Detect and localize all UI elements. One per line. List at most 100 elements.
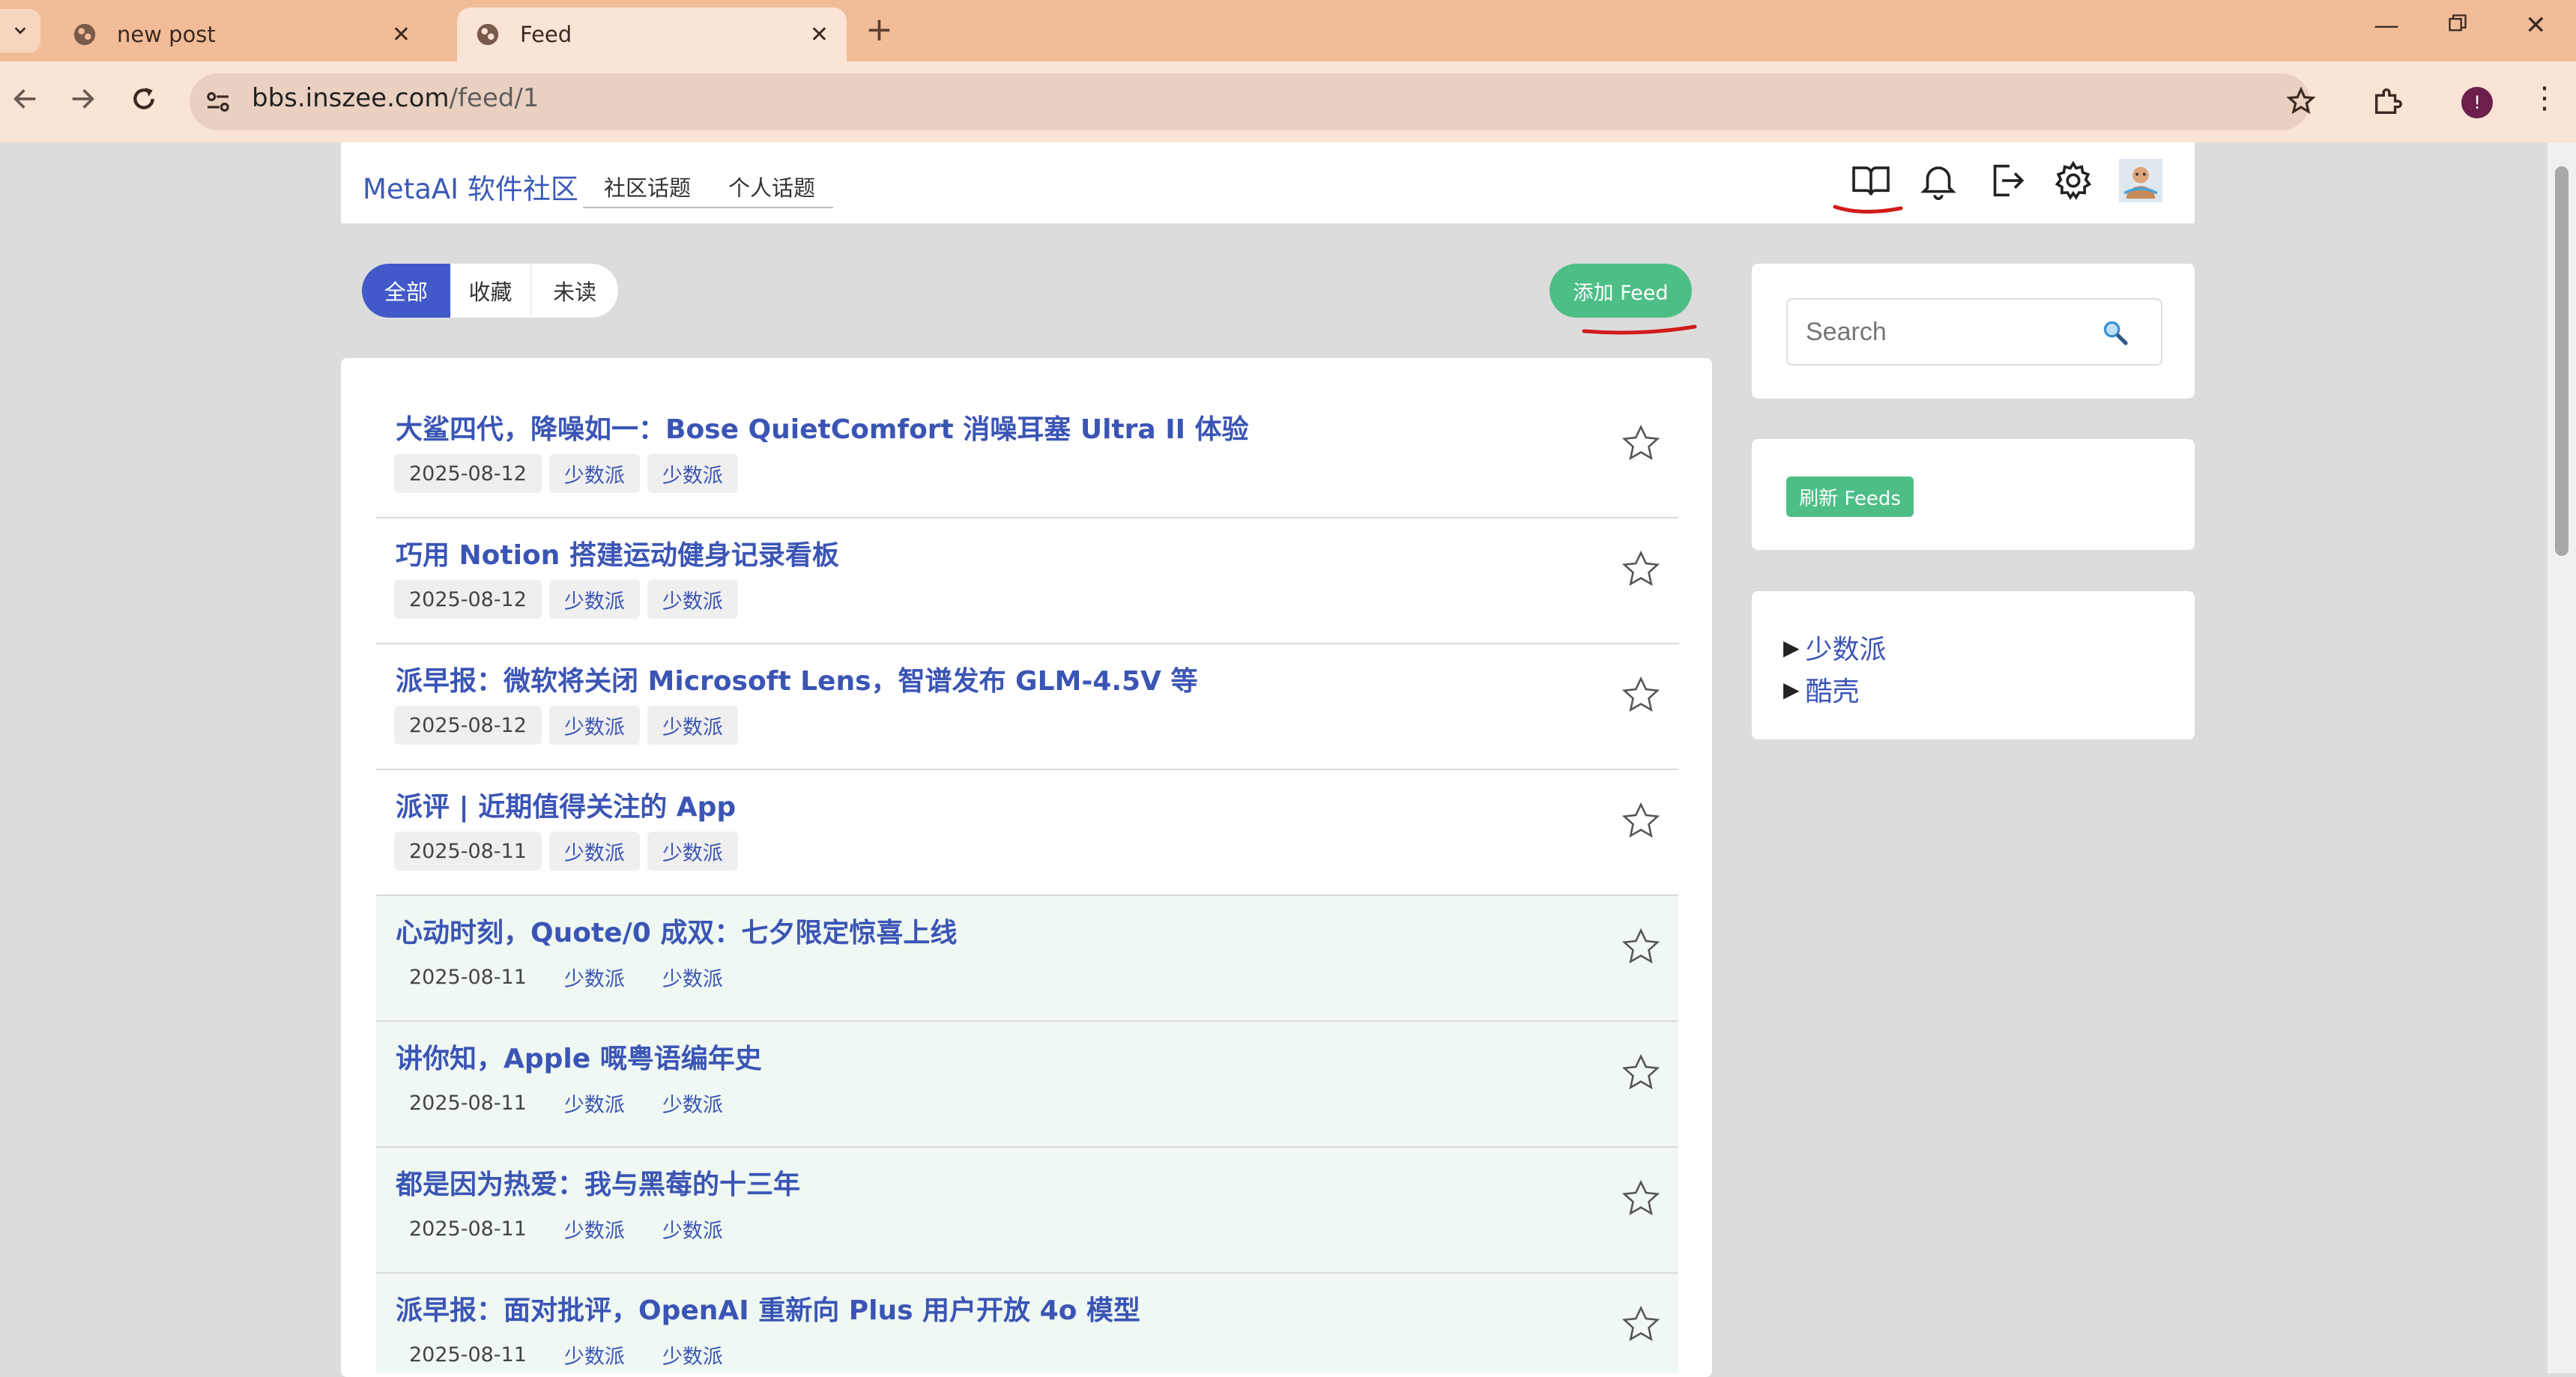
arrow-left-icon (13, 89, 36, 109)
feed-item: 派评 | 近期值得关注的 App 2025-08-11 少数派 少数派 (376, 770, 1678, 896)
feed-source-tag[interactable]: 少数派 (548, 580, 640, 619)
category-item[interactable]: ▶ 酷壳 (1783, 670, 1860, 709)
feed-title-link[interactable]: 都是因为热爱：我与黑莓的十三年 (396, 1163, 800, 1202)
book-icon[interactable] (1849, 159, 1893, 202)
minimize-button[interactable]: — (2374, 10, 2399, 40)
back-button[interactable] (10, 84, 40, 121)
feed-category-tag[interactable]: 少数派 (647, 706, 738, 745)
feed-date: 2025-08-11 (394, 832, 542, 871)
category-item[interactable]: ▶ 少数派 (1783, 628, 1887, 667)
feed-source-tag[interactable]: 少数派 (548, 706, 640, 745)
star-favorite-icon[interactable] (1620, 926, 1662, 968)
new-tab-button[interactable]: + (865, 10, 893, 49)
feed-item-unread: 派早报：面对批评，OpenAI 重新向 Plus 用户开放 4o 模型 2025… (376, 1274, 1678, 1373)
feed-source-tag[interactable]: 少数派 (548, 832, 640, 871)
arrow-right-icon (72, 89, 94, 109)
feed-title-link[interactable]: 派早报：微软将关闭 Microsoft Lens，智谱发布 GLM-4.5V 等 (396, 659, 1197, 698)
star-favorite-icon[interactable] (1620, 423, 1662, 464)
browser-tab-feed[interactable]: Feed ✕ (457, 7, 847, 61)
site-favicon-icon (477, 23, 499, 46)
star-favorite-icon[interactable] (1620, 674, 1662, 716)
feed-title-link[interactable]: 讲你知，Apple 嘅粤语编年史 (396, 1037, 762, 1076)
site-brand[interactable]: MetaAI 软件社区 (363, 166, 578, 207)
logout-icon[interactable] (1984, 159, 2028, 202)
gear-icon[interactable] (2052, 159, 2095, 202)
filter-favorites[interactable]: 收藏 (450, 264, 532, 318)
tab-title: new post (117, 22, 216, 47)
reload-button[interactable] (129, 84, 159, 121)
avatar[interactable] (2119, 159, 2162, 202)
nav-underline (583, 207, 833, 208)
nav-community-topics[interactable]: 社区话题 (604, 171, 691, 202)
feed-source-tag[interactable]: 少数派 (549, 1083, 640, 1122)
feed-category-tag[interactable]: 少数派 (647, 1083, 738, 1122)
close-window-button[interactable]: ✕ (2525, 10, 2547, 40)
close-tab-icon[interactable]: ✕ (810, 22, 829, 48)
filter-unread[interactable]: 未读 (531, 264, 618, 318)
filter-all[interactable]: 全部 (362, 264, 450, 318)
feed-title-link[interactable]: 巧用 Notion 搭建运动健身记录看板 (396, 533, 839, 572)
add-feed-button[interactable]: 添加 Feed (1549, 264, 1692, 318)
url-path: /feed/1 (449, 83, 539, 113)
feed-date: 2025-08-11 (409, 1343, 527, 1367)
profile-avatar[interactable]: ! (2461, 87, 2493, 118)
feed-item: 大鲨四代，降噪如一：Bose QuietComfort 消噪耳塞 Ultra I… (376, 393, 1678, 518)
feed-source-tag[interactable]: 少数派 (549, 957, 640, 996)
feed-filter-group: 全部 收藏 未读 (362, 264, 618, 318)
site-favicon-icon (73, 23, 96, 46)
feed-title-link[interactable]: 心动时刻，Quote/0 成双：七夕限定惊喜上线 (396, 911, 957, 950)
feed-item-unread: 心动时刻，Quote/0 成双：七夕限定惊喜上线 2025-08-11 少数派 少数… (376, 896, 1678, 1022)
tab-title: Feed (520, 22, 572, 47)
chevron-down-icon (14, 27, 26, 34)
star-favorite-icon[interactable] (1620, 1178, 1662, 1220)
feed-title-link[interactable]: 派早报：面对批评，OpenAI 重新向 Plus 用户开放 4o 模型 (396, 1289, 1140, 1328)
search-icon (2103, 321, 2128, 345)
feed-date: 2025-08-12 (394, 580, 542, 619)
star-favorite-icon[interactable] (1620, 1304, 1662, 1346)
browser-tab-new-post[interactable]: new post ✕ (54, 7, 429, 61)
feed-item-unread: 讲你知，Apple 嘅粤语编年史 2025-08-11 少数派 少数派 (376, 1022, 1678, 1148)
feed-category-tag[interactable]: 少数派 (647, 454, 738, 493)
disclosure-triangle-icon: ▶ (1783, 635, 1800, 660)
bookmark-star-icon[interactable] (2285, 85, 2317, 117)
feed-category-tag[interactable]: 少数派 (647, 580, 738, 619)
feed-date: 2025-08-11 (409, 1217, 527, 1241)
tab-search-button[interactable] (0, 9, 40, 52)
feed-title-link[interactable]: 派评 | 近期值得关注的 App (396, 785, 736, 824)
feed-category-tag[interactable]: 少数派 (647, 832, 738, 871)
feed-date: 2025-08-11 (409, 965, 527, 989)
red-underline-annotation (1582, 324, 1697, 335)
feed-source-tag[interactable]: 少数派 (548, 454, 640, 493)
search-button[interactable] (2068, 298, 2162, 366)
restore-icon (2449, 14, 2467, 31)
star-favorite-icon[interactable] (1620, 800, 1662, 842)
bell-icon[interactable] (1917, 159, 1960, 202)
feed-source-tag[interactable]: 少数派 (549, 1335, 640, 1374)
feed-category-tag[interactable]: 少数派 (647, 1209, 738, 1248)
url-text[interactable]: bbs.inszee.com/feed/1 (252, 83, 539, 113)
scrollbar-thumb[interactable] (2555, 166, 2569, 556)
feed-source-tag[interactable]: 少数派 (549, 1209, 640, 1248)
star-favorite-icon[interactable] (1620, 548, 1662, 590)
category-label: 酷壳 (1805, 677, 1860, 707)
feed-item: 派早报：微软将关闭 Microsoft Lens，智谱发布 GLM-4.5V 等… (376, 644, 1678, 770)
close-tab-icon[interactable]: ✕ (392, 22, 411, 48)
nav-personal-topics[interactable]: 个人话题 (728, 171, 815, 202)
browser-menu-button[interactable]: ⋮ (2530, 81, 2560, 115)
red-underline-annotation (1833, 205, 1903, 214)
feed-category-tag[interactable]: 少数派 (647, 1335, 738, 1374)
reload-icon (133, 88, 154, 109)
restore-button[interactable] (2447, 10, 2468, 40)
extensions-puzzle-icon[interactable] (2371, 84, 2405, 118)
feed-date: 2025-08-11 (409, 1091, 527, 1115)
feed-category-tag[interactable]: 少数派 (647, 957, 738, 996)
feed-date: 2025-08-12 (394, 706, 542, 745)
refresh-feeds-button[interactable]: 刷新 Feeds (1786, 476, 1914, 517)
star-favorite-icon[interactable] (1620, 1052, 1662, 1094)
url-host: bbs.inszee.com (252, 83, 450, 113)
forward-button[interactable] (67, 84, 97, 121)
feed-title-link[interactable]: 大鲨四代，降噪如一：Bose QuietComfort 消噪耳塞 Ultra I… (396, 408, 1249, 447)
feed-date: 2025-08-12 (394, 454, 542, 493)
site-info-icon[interactable] (202, 86, 234, 118)
search-input[interactable] (1786, 298, 2069, 366)
